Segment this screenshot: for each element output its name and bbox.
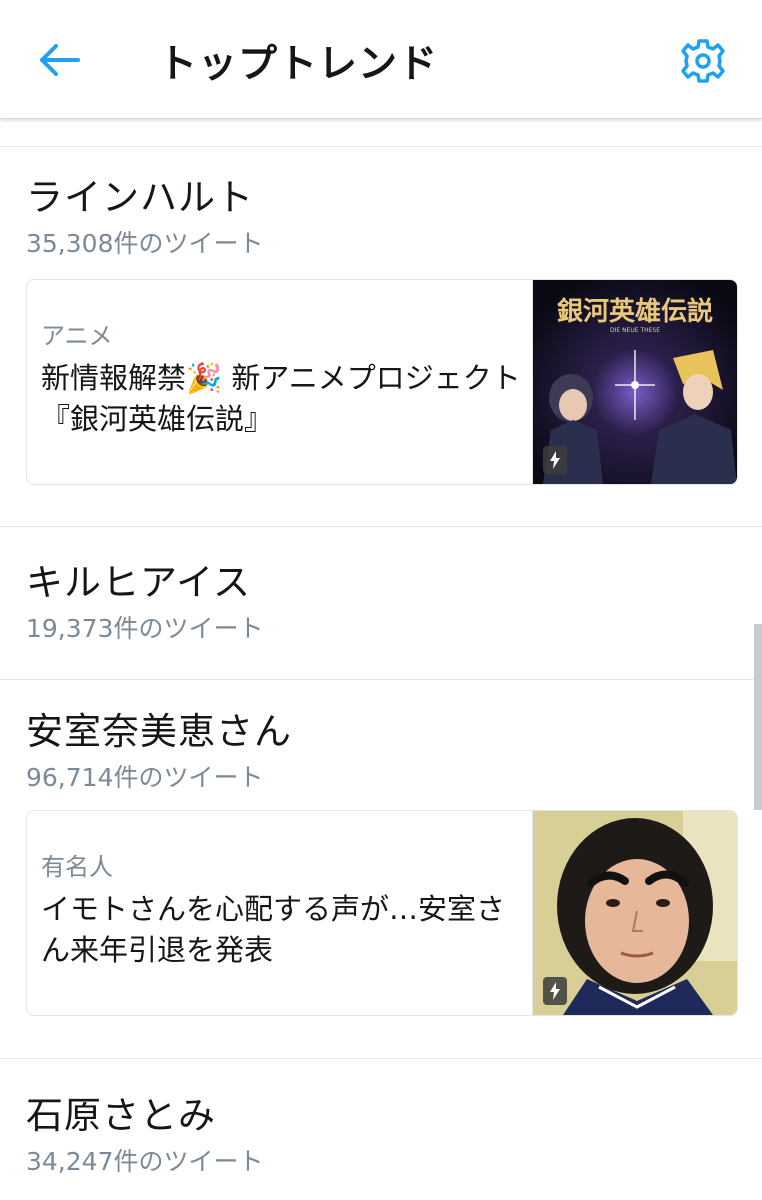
news-card[interactable]: アニメ 新情報解禁🎉 新アニメプロジェクト『銀河英雄伝説』 銀河英雄伝説 DIE… <box>26 279 738 485</box>
trend-name: ラインハルト <box>26 176 254 219</box>
card-thumbnail <box>532 811 737 1015</box>
card-headline: イモトさんを心配する声が…安室さん来年引退を発表 <box>41 892 506 967</box>
card-category: 有名人 <box>41 853 113 881</box>
divider <box>0 146 762 147</box>
trend-item[interactable]: 安室奈美恵さん 96,714件のツイート <box>26 710 726 794</box>
trend-item[interactable]: ラインハルト 35,308件のツイート <box>26 176 726 260</box>
tweet-count: 34,247件のツイート <box>26 1147 264 1176</box>
trend-name: 安室奈美恵さん <box>26 710 292 753</box>
page-title: トップトレンド <box>158 42 439 87</box>
trend-item[interactable]: キルヒアイス 19,373件のツイート <box>26 561 726 645</box>
gear-icon <box>681 39 725 83</box>
settings-button[interactable] <box>678 36 728 86</box>
trend-name: 石原さとみ <box>26 1094 216 1137</box>
divider <box>0 526 762 527</box>
lightning-icon <box>550 451 560 469</box>
trend-name: キルヒアイス <box>26 561 252 604</box>
back-button[interactable] <box>36 38 84 82</box>
scrollbar[interactable] <box>754 624 762 810</box>
top-app-bar: トップトレンド <box>0 0 762 119</box>
divider <box>0 1058 762 1059</box>
moment-badge <box>543 446 567 474</box>
lightning-icon <box>550 982 560 1000</box>
arrow-left-icon <box>40 44 80 76</box>
card-category: アニメ <box>41 322 113 350</box>
divider <box>0 679 762 680</box>
tweet-count: 35,308件のツイート <box>26 229 264 258</box>
card-headline: 新情報解禁🎉 新アニメプロジェクト『銀河英雄伝説』 <box>41 361 521 436</box>
svg-text:銀河英雄伝説: 銀河英雄伝説 <box>557 296 713 327</box>
svg-text:DIE NEUE THESE: DIE NEUE THESE <box>610 327 660 334</box>
news-card[interactable]: 有名人 イモトさんを心配する声が…安室さん来年引退を発表 <box>26 810 738 1016</box>
tweet-count: 96,714件のツイート <box>26 763 264 792</box>
tweet-count: 19,373件のツイート <box>26 614 264 643</box>
moment-badge <box>543 977 567 1005</box>
trend-item[interactable]: 石原さとみ 34,247件のツイート <box>26 1094 726 1178</box>
card-thumbnail: 銀河英雄伝説 DIE NEUE THESE <box>532 280 737 484</box>
